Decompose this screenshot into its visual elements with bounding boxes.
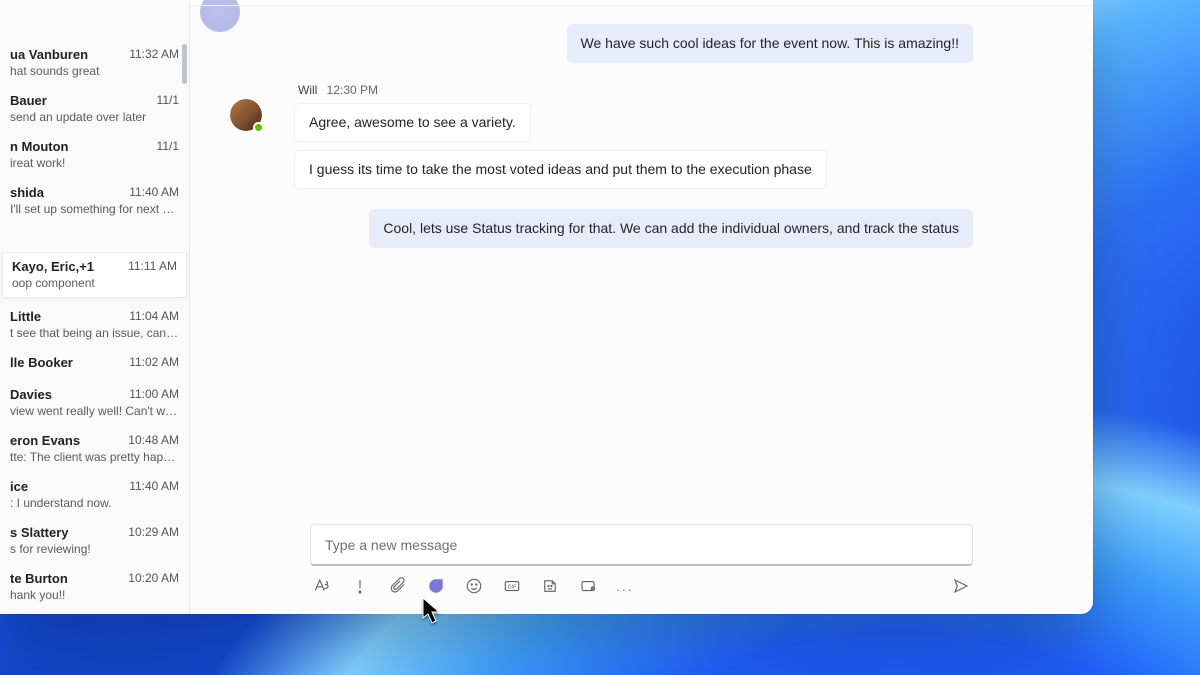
message-group-other: Will 12:30 PM Agree, awesome to see a va… [290,83,973,197]
stream-icon[interactable] [578,576,598,596]
teams-window: ua Vanburen11:32 AM hat sounds great Bauer… [0,0,1093,614]
chat-list-item-name: Little [10,309,130,324]
chat-list-item-name: Kayo, Eric,+1 [12,259,132,274]
chat-list-item-time: 11/1 [157,93,179,107]
mouse-cursor [421,597,443,630]
chat-list-item-time: 11:02 AM [129,355,179,369]
chat-list-item-name: te Burton [10,571,130,586]
sender-name: Will [298,83,317,97]
chat-list-item-preview: tte: The client was pretty happy with... [10,450,179,464]
sender-time: 12:30 PM [327,83,378,97]
chat-list-item[interactable]: Bauer 11/1 send an update over later [0,86,189,132]
chat-list-item-preview: t see that being an issue, can take t... [10,326,179,340]
chat-list-item[interactable]: ua Vanburen11:32 AM hat sounds great [0,40,189,86]
bubble-other[interactable]: Agree, awesome to see a variety. [294,103,531,142]
chat-list-item[interactable]: lle Booker11:02 AM [0,348,189,380]
chat-list-item-time: 11:00 AM [129,387,179,401]
send-icon[interactable] [951,576,971,596]
emoji-icon[interactable] [464,576,484,596]
chat-list-item-name: ice [10,479,130,494]
chat-list-item-time: 10:20 AM [128,571,179,585]
bubble-self[interactable]: Cool, lets use Status tracking for that.… [369,209,973,248]
chat-list-item-time: 11:04 AM [129,309,179,323]
chat-list-item-preview: s for reviewing! [10,542,179,556]
message-self: We have such cool ideas for the event no… [290,24,973,63]
chat-list-item[interactable]: eron Evans10:48 AM tte: The client was pr… [0,426,189,472]
presence-available-icon [253,122,264,133]
more-actions[interactable]: ... [616,578,634,594]
chat-list-item[interactable]: shida11:40 AM I'll set up something for n… [0,178,189,224]
conversation-pane: We have such cool ideas for the event no… [190,0,1093,614]
chat-list-item[interactable]: te Burton10:20 AM hank you!! [0,564,189,610]
avatar[interactable] [230,99,262,131]
chat-list-item-name: Davies [10,387,130,402]
message-self: Cool, lets use Status tracking for that.… [290,209,973,248]
chat-list: ua Vanburen11:32 AM hat sounds great Bauer… [0,0,190,614]
chat-list-item-preview: I'll set up something for next week to..… [10,202,179,216]
composer: Type a new message GIF [190,524,1093,614]
message-list: We have such cool ideas for the event no… [190,6,1093,524]
format-icon[interactable] [312,576,332,596]
loop-icon[interactable] [426,576,446,596]
chat-list-item[interactable]: ice11:40 AM : I understand now. [0,472,189,518]
chat-list-item[interactable]: Little11:04 AM t see that being an issue,… [0,302,189,348]
chat-list-item[interactable]: Davies11:00 AM view went really well! Can… [0,380,189,426]
chat-list-item-preview: send an update over later [10,110,179,124]
priority-icon[interactable] [350,576,370,596]
chat-list-item-name: n Mouton [10,139,130,154]
chat-list-item-time: 11:40 AM [129,185,179,199]
chat-list-item-time: 10:29 AM [128,525,179,539]
bubble-self[interactable]: We have such cool ideas for the event no… [567,24,973,63]
bubble-other[interactable]: I guess its time to take the most voted … [294,150,827,189]
chat-list-item[interactable]: s Slattery10:29 AM s for reviewing! [0,518,189,564]
chat-list-item-preview: view went really well! Can't wait to... [10,404,179,418]
chat-list-item-preview: hank you!! [10,588,179,602]
message-input[interactable]: Type a new message [310,524,973,566]
message-meta: Will 12:30 PM [294,83,973,97]
svg-text:GIF: GIF [508,585,517,591]
chat-list-item[interactable]: o Tanaka10:02 AMlike the idea, let's pit… [0,610,189,614]
chat-list-item-preview: : I understand now. [10,496,179,510]
sticker-icon[interactable] [540,576,560,596]
chat-list-item-time: 11/1 [157,139,179,153]
chat-list-item-preview: oop component [12,276,177,290]
message-input-placeholder: Type a new message [325,537,457,553]
chat-list-item-name: lle Booker [10,355,130,370]
chat-list-item-name: s Slattery [10,525,130,540]
chat-list-item-preview: ireat work! [10,156,179,170]
chat-list-item-time: 11:32 AM [129,47,179,61]
chat-list-item-preview: hat sounds great [10,64,179,78]
chat-list-item-name: Bauer [10,93,130,108]
chat-list-item-name: eron Evans [10,433,130,448]
chat-list-item[interactable]: n Mouton 11/1 ireat work! [0,132,189,178]
chat-list-item[interactable]: Kayo, Eric,+111:11 AM oop component [2,252,187,298]
gif-icon[interactable]: GIF [502,576,522,596]
attach-icon[interactable] [388,576,408,596]
chat-list-item-time: 11:11 AM [128,259,177,273]
chat-list-item-time: 10:48 AM [128,433,179,447]
composer-toolbar: GIF ... [310,566,973,596]
chat-list-item-time: 11:40 AM [129,479,179,493]
chat-list-item-name: ua Vanburen [10,47,130,62]
chat-list-item-name: shida [10,185,130,200]
